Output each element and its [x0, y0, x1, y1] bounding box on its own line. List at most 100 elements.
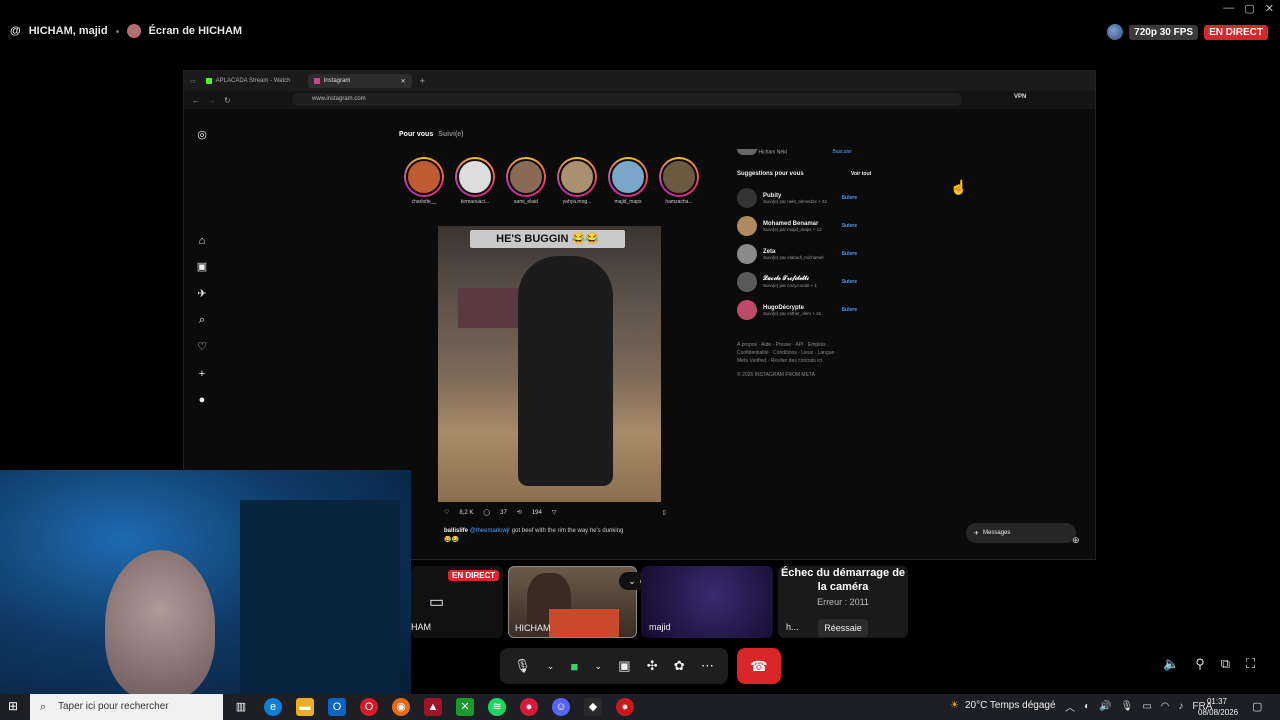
windows-start-icon[interactable]: ⊞ — [8, 699, 22, 713]
save-icon[interactable]: ▯ — [662, 509, 665, 516]
task-view-icon[interactable]: ▥ — [232, 698, 250, 716]
tab-list-icon[interactable]: ▭ — [190, 78, 196, 85]
repost-icon[interactable]: ⟲ — [517, 509, 522, 516]
popout-icon[interactable]: ⧉ — [1221, 656, 1230, 672]
caption-user[interactable]: ballislife — [444, 528, 468, 534]
story-item[interactable]: kirmaouaci... — [455, 157, 495, 205]
notifications-heart-icon[interactable]: ♡ — [196, 341, 208, 353]
footer-links[interactable]: Confidentialité · Conditions · Lieux · L… — [737, 349, 862, 357]
record-app-icon[interactable]: ● — [520, 698, 538, 716]
messages-button[interactable]: ✈ Messages — [966, 523, 1076, 543]
instagram-logo-icon[interactable]: ◎ — [196, 129, 208, 141]
caption-mention[interactable]: @theemarlowjr — [470, 528, 510, 534]
league-icon[interactable]: ◆ — [584, 698, 602, 716]
reload-icon[interactable]: ↻ — [224, 96, 231, 105]
microphone-icon[interactable]: 🎙 — [514, 658, 531, 674]
close-button[interactable]: ✕ — [1265, 2, 1274, 15]
tray-app-icon[interactable]: ◐ — [1084, 701, 1090, 712]
home-icon[interactable]: ⌂ — [196, 235, 208, 247]
xbox-icon[interactable]: ✕ — [456, 698, 474, 716]
chevron-down-icon[interactable]: ⌄ — [595, 661, 603, 672]
chevron-down-icon[interactable]: ⌄ — [547, 661, 555, 672]
speaker-icon[interactable]: ♪ — [1178, 701, 1183, 712]
opera-icon[interactable]: O — [360, 698, 378, 716]
footer-links[interactable]: À propos · Aide · Presse · API · Emplois… — [737, 341, 862, 349]
follow-button[interactable]: Suivre — [842, 195, 857, 201]
tray-app-icon[interactable]: ▭ — [1142, 701, 1151, 712]
edge-icon[interactable]: e — [264, 698, 282, 716]
tab-suivi[interactable]: Suivi(e) — [438, 131, 463, 138]
tab-aplacada[interactable]: APLACADA Stream - Watch — [200, 74, 304, 88]
footer-links[interactable]: Meta Verified · Résilier des contrats ic… — [737, 357, 862, 365]
tab-pour-vous[interactable]: Pour vous — [399, 131, 433, 138]
reel-post-video[interactable]: HE'S BUGGIN 😂😂 — [438, 226, 661, 502]
outlook-icon[interactable]: O — [328, 698, 346, 716]
see-all-link[interactable]: Voir tout — [851, 171, 871, 177]
spotify-icon[interactable]: ≋ — [488, 698, 506, 716]
soundboard-icon[interactable]: ✿ — [674, 658, 685, 674]
comment-icon[interactable]: ◯ — [483, 509, 490, 516]
volume-icon[interactable]: 🔈 — [1163, 656, 1179, 672]
search-icon[interactable]: ⌕ — [196, 314, 208, 326]
avatar[interactable] — [737, 188, 757, 208]
story-item[interactable]: sami_elaid — [506, 157, 546, 205]
zoom-icon[interactable]: ⊕ — [1072, 535, 1080, 546]
forward-icon[interactable]: → — [208, 96, 216, 105]
minimize-button[interactable]: — — [1223, 2, 1234, 15]
game-app-icon[interactable]: ▲ — [424, 698, 442, 716]
more-icon[interactable]: ⋯ — [701, 658, 714, 674]
chevron-up-icon[interactable]: ︿ — [1065, 699, 1075, 714]
story-item[interactable]: majid_maps — [608, 157, 648, 205]
weather-widget[interactable]: ☀ 20°C Temps dégagé — [950, 700, 1056, 711]
pin-icon[interactable]: ⚲ — [1195, 656, 1205, 672]
story-item[interactable]: charlotte__ — [404, 157, 444, 205]
maximize-button[interactable]: ▢ — [1244, 2, 1254, 15]
camera-icon[interactable]: ■ — [570, 659, 578, 674]
volume-icon[interactable]: 🔊 — [1099, 701, 1111, 712]
avatar[interactable] — [737, 272, 757, 292]
vpn-badge[interactable]: VPN — [1014, 94, 1026, 100]
profile-avatar-icon[interactable]: ● — [196, 394, 208, 406]
reels-icon[interactable]: ▣ — [196, 261, 208, 273]
story-item[interactable]: yahya.mog... — [557, 157, 597, 205]
avatar[interactable] — [737, 216, 757, 236]
discord-icon[interactable]: ☺ — [552, 698, 570, 716]
quality-badge[interactable]: 720p 30 FPS — [1129, 24, 1199, 40]
story-item[interactable]: hamzacha... — [659, 157, 699, 205]
activities-icon[interactable]: ✣ — [647, 658, 658, 674]
follow-button[interactable]: Suivre — [842, 251, 857, 257]
app-icon[interactable]: ● — [616, 698, 634, 716]
follow-button[interactable]: Suivre — [842, 279, 857, 285]
tab-instagram[interactable]: Instagram ✕ — [307, 74, 412, 88]
tile-majid[interactable]: majid — [641, 566, 773, 638]
avatar — [126, 24, 141, 38]
follow-button[interactable]: Suivre — [842, 223, 857, 229]
avatar[interactable] — [737, 300, 757, 320]
follow-button[interactable]: Suivre — [842, 307, 857, 313]
suggestion-name[interactable]: Mohamed Benamar — [763, 221, 822, 227]
tile-hicham[interactable]: HICHAM — [508, 566, 637, 638]
share-screen-icon[interactable]: ▣ — [618, 658, 630, 674]
clock[interactable]: 01:37 08/08/2026 — [1198, 696, 1238, 718]
firefox-icon[interactable]: ◉ — [392, 698, 410, 716]
leave-call-button[interactable]: ☎ — [737, 648, 781, 684]
retry-button[interactable]: Réessaie — [818, 619, 868, 637]
create-icon[interactable]: + — [196, 368, 208, 380]
file-explorer-icon[interactable]: ▬ — [296, 698, 314, 716]
avatar[interactable] — [737, 244, 757, 264]
share-icon[interactable]: ▽ — [552, 509, 557, 516]
microphone-icon[interactable]: 🎙 — [1121, 701, 1134, 712]
close-tab-icon[interactable]: ✕ — [401, 78, 406, 85]
suggestion-name[interactable]: 𝓛𝓾𝓬𝓲𝓵𝓮 𝓣𝓻𝓲𝓯𝓲𝓵𝓮𝓽𝓽𝓲 — [763, 276, 817, 283]
like-icon[interactable]: ♡ — [444, 509, 449, 516]
new-tab-icon[interactable]: + — [420, 76, 425, 86]
url-bar[interactable]: www.instagram.com — [292, 93, 962, 106]
wifi-icon[interactable]: ◠ — [1161, 701, 1170, 712]
fullscreen-icon[interactable]: ⛶ — [1246, 656, 1255, 672]
back-icon[interactable]: ← — [192, 96, 200, 105]
messages-icon[interactable]: ✈ — [196, 288, 208, 300]
switch-account-link[interactable]: Basculer — [833, 149, 852, 155]
taskbar-search-box[interactable]: ⌕ Taper ici pour rechercher — [30, 694, 223, 720]
notification-icon[interactable]: ▢ — [1252, 700, 1262, 713]
current-user-name[interactable]: Hicham Nekt — [758, 149, 787, 155]
